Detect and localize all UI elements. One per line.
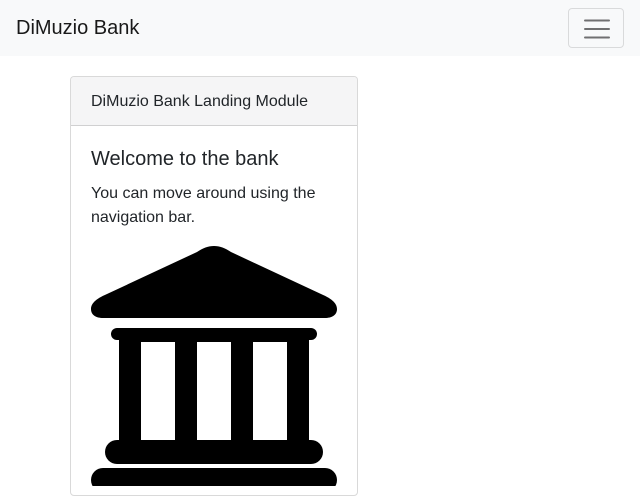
navbar-toggle-button[interactable] [568, 8, 624, 48]
card-body: Welcome to the bank You can move around … [71, 126, 357, 486]
bank-building-icon [91, 246, 337, 486]
hamburger-menu-icon [584, 19, 610, 39]
card-header: DiMuzio Bank Landing Module [71, 77, 357, 126]
landing-card: DiMuzio Bank Landing Module Welcome to t… [70, 76, 358, 496]
navbar: DiMuzio Bank [0, 0, 640, 56]
card-title: Welcome to the bank [91, 148, 279, 170]
navbar-brand[interactable]: DiMuzio Bank [16, 14, 139, 42]
card-text: You can move around using the navigation… [91, 185, 316, 226]
